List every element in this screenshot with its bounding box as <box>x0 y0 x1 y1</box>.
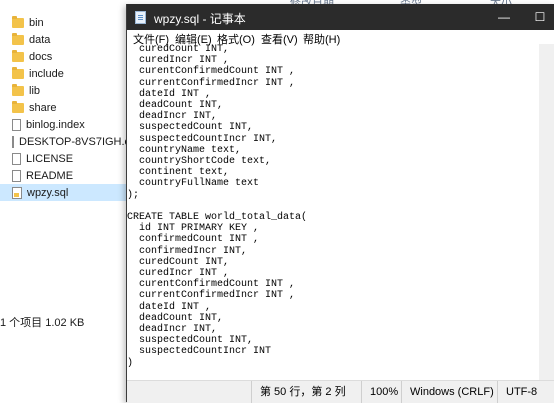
file-list: bin data docs include lib share binlog.i… <box>0 14 134 201</box>
file-row-lib[interactable]: lib <box>0 82 130 99</box>
file-icon <box>12 135 14 148</box>
file-row-license[interactable]: LICENSE <box>0 150 130 167</box>
file-row-data[interactable]: data <box>0 31 130 48</box>
text-editor[interactable]: curedCount INT, curedIncr INT , curentCo… <box>127 44 539 380</box>
folder-icon <box>12 32 24 45</box>
folder-icon <box>12 66 24 79</box>
file-icon <box>12 118 21 131</box>
file-row-bin[interactable]: bin <box>0 14 130 31</box>
vertical-scrollbar[interactable] <box>539 44 554 380</box>
file-label: README <box>26 169 74 182</box>
menu-bar: 文件(F) 编辑(E) 格式(O) 查看(V) 帮助(H) <box>127 30 554 46</box>
maximize-button[interactable]: ☐ <box>525 4 554 30</box>
file-row-desktop-err[interactable]: DESKTOP-8VS7IGH.er <box>0 133 134 150</box>
folder-icon <box>12 100 24 113</box>
file-explorer: bin data docs include lib share binlog.i… <box>0 0 134 335</box>
explorer-status-bar: 1 个项目 1.02 KB <box>0 317 85 329</box>
file-row-binlog-index[interactable]: binlog.index <box>0 116 130 133</box>
sql-file-icon <box>12 186 22 199</box>
encoding: UTF-8 <box>497 381 554 403</box>
notepad-window: wpzy.sql - 记事本 — ☐ 文件(F) 编辑(E) 格式(O) 查看(… <box>126 4 554 403</box>
file-row-wpzy-sql[interactable]: wpzy.sql <box>0 184 130 201</box>
title-bar[interactable]: wpzy.sql - 记事本 — ☐ <box>127 4 554 30</box>
zoom-level: 100% <box>361 381 404 403</box>
folder-icon <box>12 83 24 96</box>
window-title: wpzy.sql - 记事本 <box>154 12 246 26</box>
file-label: wpzy.sql <box>27 186 69 199</box>
file-label: include <box>29 67 64 80</box>
minimize-button[interactable]: — <box>489 4 519 30</box>
line-ending: Windows (CRLF) <box>401 381 496 403</box>
file-icon <box>12 152 21 165</box>
file-label: lib <box>29 84 41 97</box>
file-label: LICENSE <box>26 152 74 165</box>
folder-icon <box>12 15 24 28</box>
editor-content[interactable]: curedCount INT, curedIncr INT , curentCo… <box>127 44 539 369</box>
file-label: binlog.index <box>26 118 85 131</box>
notepad-app-icon[interactable] <box>135 11 146 24</box>
file-row-docs[interactable]: docs <box>0 48 130 65</box>
file-label: bin <box>29 16 44 29</box>
status-bar: 第 50 行，第 2 列 100% Windows (CRLF) UTF-8 <box>127 380 554 403</box>
file-label: share <box>29 101 57 114</box>
file-label: data <box>29 33 51 46</box>
file-row-include[interactable]: include <box>0 65 130 82</box>
file-icon <box>12 169 21 182</box>
file-label: DESKTOP-8VS7IGH.er <box>19 135 135 148</box>
file-label: docs <box>29 50 53 63</box>
file-row-readme[interactable]: README <box>0 167 130 184</box>
folder-icon <box>12 49 24 62</box>
file-row-share[interactable]: share <box>0 99 130 116</box>
cursor-position: 第 50 行，第 2 列 <box>251 381 362 403</box>
